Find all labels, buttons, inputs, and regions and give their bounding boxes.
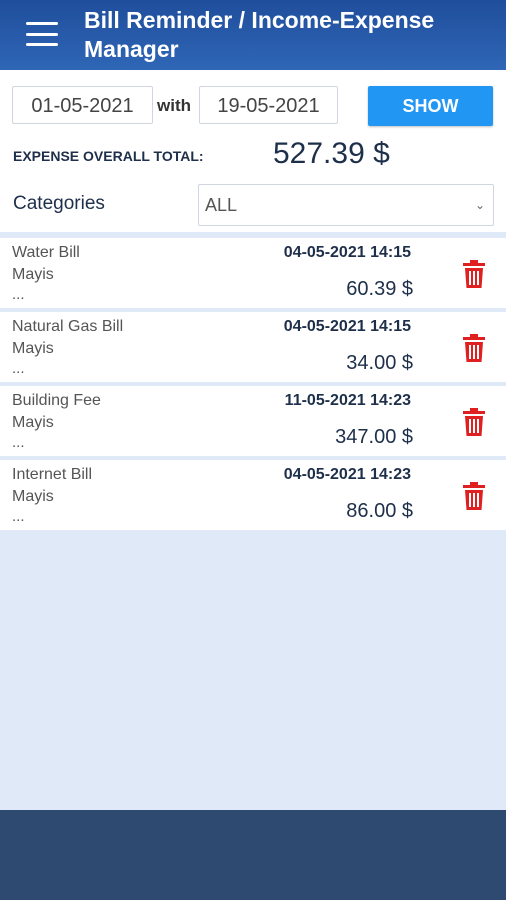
expense-item[interactable]: Natural Gas Bill Mayis ... 04-05-2021 14…	[0, 312, 506, 386]
filter-panel: 01-05-2021 with 19-05-2021 SHOW EXPENSE …	[0, 70, 506, 232]
app-bar: Bill Reminder / Income-Expense Manager	[0, 0, 506, 70]
category-select[interactable]: ALL ⌄	[198, 184, 494, 226]
expense-item[interactable]: Internet Bill Mayis ... 04-05-2021 14:23…	[0, 460, 506, 534]
expense-month: Mayis	[12, 266, 54, 283]
expense-datetime: 11-05-2021 14:23	[284, 392, 411, 409]
trash-icon[interactable]	[462, 482, 486, 510]
expense-datetime: 04-05-2021 14:15	[283, 244, 411, 261]
expense-more: ...	[12, 360, 25, 377]
bottom-bar	[0, 810, 506, 900]
app-title: Bill Reminder / Income-Expense Manager	[84, 7, 435, 62]
trash-icon[interactable]	[462, 334, 486, 362]
expense-amount: 86.00 $	[346, 500, 413, 522]
chevron-down-icon: ⌄	[474, 198, 485, 212]
trash-icon[interactable]	[462, 408, 486, 436]
expense-month: Mayis	[12, 414, 54, 431]
expense-datetime: 04-05-2021 14:23	[283, 466, 411, 483]
expense-month: Mayis	[12, 488, 54, 505]
categories-label: Categories	[13, 193, 105, 214]
show-button[interactable]: SHOW	[368, 86, 493, 126]
expense-item[interactable]: Building Fee Mayis ... 11-05-2021 14:23 …	[0, 386, 506, 460]
expense-total-label: EXPENSE OVERALL TOTAL:	[13, 148, 204, 164]
expense-total-value: 527.39 $	[273, 137, 390, 170]
date-to-field[interactable]: 19-05-2021	[199, 86, 338, 124]
expense-list: Water Bill Mayis ... 04-05-2021 14:15 60…	[0, 238, 506, 534]
expense-more: ...	[12, 286, 25, 303]
expense-more: ...	[12, 434, 25, 451]
expense-datetime: 04-05-2021 14:15	[283, 318, 411, 335]
expense-item[interactable]: Water Bill Mayis ... 04-05-2021 14:15 60…	[0, 238, 506, 312]
date-from-field[interactable]: 01-05-2021	[12, 86, 153, 124]
hamburger-menu-icon[interactable]	[26, 22, 58, 46]
with-label: with	[157, 96, 191, 115]
expense-amount: 60.39 $	[346, 278, 413, 300]
expense-name: Natural Gas Bill	[12, 318, 124, 335]
expense-name: Water Bill	[12, 244, 80, 261]
expense-name: Building Fee	[12, 392, 101, 409]
expense-more: ...	[12, 508, 25, 525]
expense-amount: 34.00 $	[346, 352, 413, 374]
expense-month: Mayis	[12, 340, 54, 357]
category-selected-value: ALL	[205, 195, 238, 215]
trash-icon[interactable]	[462, 260, 486, 288]
expense-name: Internet Bill	[12, 466, 93, 483]
expense-amount: 347.00 $	[335, 426, 413, 448]
